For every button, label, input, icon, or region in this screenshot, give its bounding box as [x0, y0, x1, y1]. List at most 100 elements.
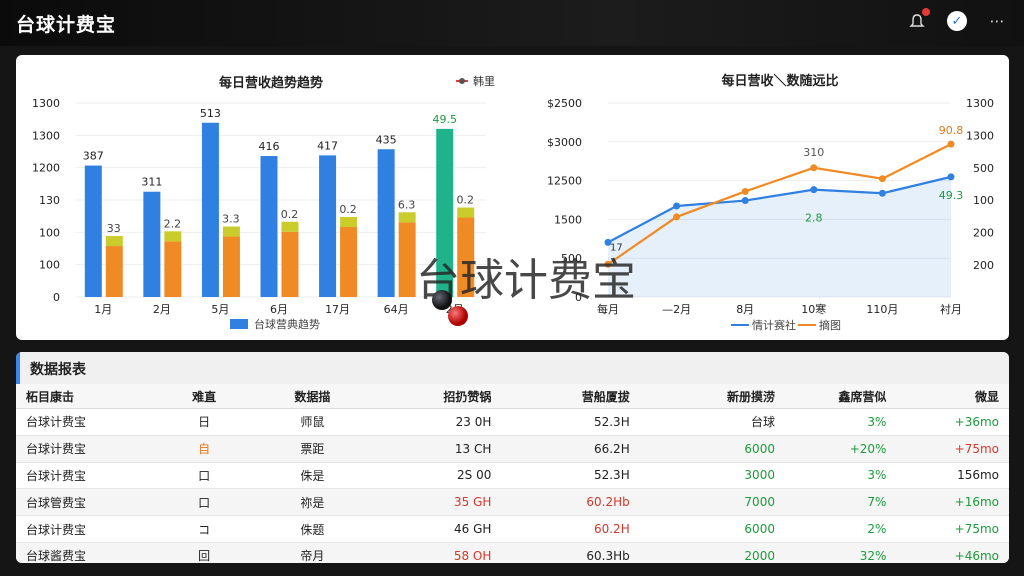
bar	[105, 246, 123, 297]
bar-cap	[164, 231, 182, 242]
row-icon: コ	[167, 515, 241, 543]
col-header[interactable]: 新册摸涝	[639, 384, 785, 409]
col-header[interactable]: 招扔赞锅	[383, 384, 502, 409]
legend-label: 情计赛社	[752, 318, 796, 332]
series-point	[604, 260, 612, 268]
row-icon: 自	[167, 435, 241, 463]
bar	[260, 156, 278, 297]
bar-cap	[398, 212, 416, 223]
charts-panel: 每日营收趋势趋势 韩里 1300 1300 1200 130 100 100 0 387 33 1月 3…	[16, 55, 1009, 340]
table-title: 数据报表	[30, 362, 86, 378]
chart-title: 每日营收趋势趋势	[219, 75, 323, 91]
cell: 2000	[639, 542, 785, 563]
cell: 7%	[784, 488, 897, 517]
col-header[interactable]: 微显	[896, 384, 1009, 409]
series-point	[878, 189, 886, 197]
check-circle-icon[interactable]: ✓	[946, 10, 968, 32]
x-tick-label: 1月	[94, 303, 112, 316]
data-label: 387	[83, 150, 104, 163]
data-label: 2.2	[164, 217, 182, 230]
cell: 台球酱费宝	[16, 542, 168, 563]
cell: 32%	[784, 542, 897, 563]
notification-dot	[922, 8, 930, 16]
bar	[222, 236, 240, 297]
cell: 祢是	[240, 488, 384, 517]
line-chart: 每日营收＼数随远比 $2500 $3000 12500 1500 500 0 1300 1300…	[547, 73, 994, 332]
cell: 3000	[639, 462, 785, 490]
cell: 台球计费宝	[16, 462, 168, 490]
cell: 侏是	[240, 462, 384, 490]
cell: 台球管费宝	[16, 488, 168, 517]
bell-icon-glyph	[909, 14, 925, 27]
x-tick-label: 8月	[736, 303, 754, 316]
y-tick-label: 1200	[32, 162, 60, 175]
table-row[interactable]: 台球计费宝 日 师鼠 23 0H 52.3H 台球 3% +36mo	[16, 408, 1009, 436]
legend-marker	[459, 78, 465, 84]
bar	[201, 122, 219, 297]
y-tick-label: 0	[575, 291, 582, 304]
top-bar: 台球计费宝 ✓ ⋯	[0, 0, 1024, 46]
cell: 7000	[639, 488, 785, 517]
table-row[interactable]: 台球管费宝 口 祢是 35 GH 60.2Hb 7000 7% +16mo	[16, 488, 1009, 517]
table-row[interactable]: 台球计费宝 コ 侏题 46 GH 60.2H 6000 2% +75mo	[16, 515, 1009, 543]
y-tick-label: $2500	[547, 97, 582, 110]
table-title-bar: 数据报表	[16, 352, 1009, 384]
x-tick-label: 5月	[211, 303, 229, 316]
row-icon: 日	[167, 408, 241, 436]
cell: 2S 00	[383, 462, 502, 490]
billiard-ball-red-icon	[448, 306, 468, 326]
data-label: 416	[259, 140, 280, 153]
series-point	[810, 164, 818, 172]
cell: 6000	[639, 515, 785, 543]
bar-cap	[281, 221, 299, 232]
cell: 46 GH	[383, 515, 502, 543]
cell: +75mo	[896, 515, 1009, 543]
table-row[interactable]: 台球计费宝 自 票距 13 CH 66.2H 6000 +20% +75mo	[16, 435, 1009, 463]
bar	[319, 155, 337, 297]
cell: 60.2H	[501, 515, 640, 543]
chart-title: 每日营收＼数随远比	[721, 73, 838, 89]
cell: +20%	[784, 435, 897, 463]
cell: 台球	[639, 408, 785, 436]
y-tick-label: 500	[561, 252, 582, 265]
cell: 52.3H	[501, 408, 640, 436]
series-point	[673, 213, 681, 221]
cell: 60.2Hb	[501, 488, 640, 517]
col-header[interactable]: 柘目康击	[16, 384, 168, 409]
data-report-panel: 数据报表 柘目康击 难直 数据描 招扔赞锅 营船厦拔 新册摸涝 鑫席营似 微显 …	[16, 352, 1009, 563]
data-label: 90.8	[939, 124, 964, 137]
cell: 票距	[240, 435, 384, 463]
col-header[interactable]: 鑫席营似	[784, 384, 897, 409]
bar	[377, 149, 395, 297]
bar	[398, 222, 416, 297]
data-label: 0.2	[456, 194, 474, 207]
data-label: 417	[317, 139, 338, 152]
row-icon: 口	[167, 488, 241, 517]
bell-icon[interactable]	[906, 8, 930, 32]
x-tick-label: 衬月	[940, 303, 962, 316]
cell: 35 GH	[383, 488, 502, 517]
x-tick-label: 10寒	[801, 302, 826, 316]
x-tick-label: 每月	[597, 302, 619, 316]
legend-label: 台球营典趋势	[254, 317, 320, 331]
cell: 52.3H	[501, 462, 640, 490]
y-tick-label-right: 1300	[966, 129, 994, 142]
series-point	[810, 186, 818, 194]
cell: 66.2H	[501, 435, 640, 463]
bar	[457, 217, 475, 297]
cell: 台球计费宝	[16, 515, 168, 543]
series-point	[947, 173, 955, 181]
table-row[interactable]: 台球酱费宝 回 帝月 58 OH 60.3Hb 2000 32% +46mo	[16, 542, 1009, 563]
bar-cap	[222, 226, 240, 237]
cell: 23 0H	[383, 408, 502, 436]
col-header[interactable]: 营船厦拔	[501, 384, 640, 409]
more-dots-icon[interactable]: ⋯	[986, 10, 1008, 32]
bar	[164, 241, 182, 297]
y-tick-label: 1300	[32, 129, 60, 142]
col-header[interactable]: 难直	[167, 384, 241, 409]
y-tick-label-right: 500	[973, 162, 994, 175]
y-tick-label-right: 100	[973, 194, 994, 207]
col-header[interactable]: 数据描	[240, 384, 384, 409]
table-row[interactable]: 台球计费宝 口 侏是 2S 00 52.3H 3000 3% 156mo	[16, 462, 1009, 490]
y-tick-label: 130	[39, 194, 60, 207]
